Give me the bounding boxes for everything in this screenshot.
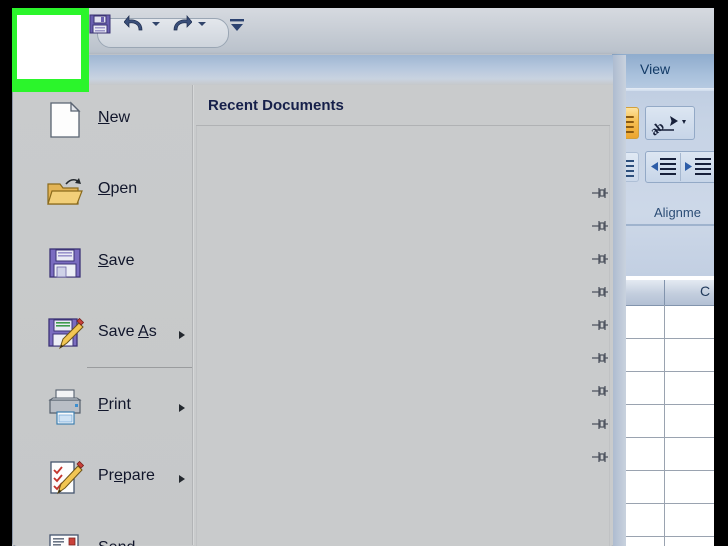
printer-icon <box>48 389 82 425</box>
recent-documents-panel: Recent Documents <box>194 85 613 546</box>
menu-item-label: Print <box>98 396 131 413</box>
floppy-disk-icon <box>49 248 81 278</box>
window-frame-right <box>714 0 728 546</box>
office-orb-highlight-underline <box>3 89 89 92</box>
submenu-arrow-icon <box>179 331 185 339</box>
send-envelope-icon <box>49 534 79 546</box>
undo-dropdown-caret[interactable] <box>152 22 160 26</box>
menu-item-print[interactable]: Print <box>26 380 192 432</box>
menu-header-gradient <box>13 55 613 85</box>
ribbon-tab-underline <box>612 88 714 91</box>
recent-documents-title: Recent Documents <box>208 97 344 114</box>
menu-item-label: Open <box>98 180 138 197</box>
pushpin-icon[interactable] <box>592 350 612 366</box>
redo-icon[interactable] <box>170 14 192 34</box>
menu-item-open[interactable]: Open <box>26 164 192 216</box>
column-divider <box>664 280 665 305</box>
pushpin-icon[interactable] <box>592 185 612 201</box>
menu-right-edge <box>613 55 626 546</box>
menu-item-new[interactable]: New <box>26 93 192 145</box>
ribbon-bottom-rule <box>612 224 714 226</box>
menu-separator <box>87 367 192 368</box>
grid-line <box>618 503 714 504</box>
pushpin-icon[interactable] <box>592 317 612 333</box>
menu-item-label: Save <box>98 252 135 269</box>
pushpin-icon[interactable] <box>592 449 612 465</box>
prepare-icon <box>50 460 84 495</box>
submenu-arrow-icon <box>179 475 185 483</box>
recent-documents-list <box>196 126 610 546</box>
pushpin-icon[interactable] <box>592 251 612 267</box>
menu-item-prepare[interactable]: Prepare <box>26 451 192 503</box>
increase-indent-icon[interactable] <box>682 153 714 181</box>
new-document-icon <box>50 101 81 138</box>
button-divider <box>680 153 681 181</box>
quick-access-toolbar-pill <box>97 18 229 48</box>
office-button-menu: New Open Save Save As Print Prepare Rece… <box>12 55 626 546</box>
open-folder-icon <box>47 178 83 205</box>
grid-line <box>618 371 714 372</box>
pushpin-icon[interactable] <box>592 416 612 432</box>
decrease-indent-icon[interactable] <box>647 153 679 181</box>
column-header-c: C <box>700 283 711 299</box>
office-orb-backplate <box>17 15 81 79</box>
grid-line <box>618 470 714 471</box>
menu-item-label: Prepare <box>98 467 155 484</box>
grid-line <box>618 338 714 339</box>
customize-quick-access-toolbar-icon[interactable] <box>228 18 246 32</box>
quick-access-toolbar <box>12 8 714 54</box>
menu-item-label: Send <box>98 539 135 546</box>
pushpin-icon[interactable] <box>592 218 612 234</box>
menu-item-save-as[interactable]: Save As <box>26 307 192 359</box>
office-orb-highlight <box>3 3 89 89</box>
window-frame-top <box>0 0 728 8</box>
grid-line <box>618 404 714 405</box>
menu-item-label: Save As <box>98 323 157 340</box>
menu-item-save[interactable]: Save <box>26 236 192 288</box>
spreadsheet-grid[interactable] <box>612 276 714 546</box>
window-frame-left <box>0 0 12 546</box>
grid-line <box>618 536 714 537</box>
redo-dropdown-caret[interactable] <box>198 22 206 26</box>
tab-view[interactable]: View <box>640 61 670 77</box>
text-orientation-icon: ab <box>647 116 686 139</box>
pushpin-icon[interactable] <box>592 383 612 399</box>
orientation-button[interactable]: ab <box>645 106 695 140</box>
menu-item-label: New <box>98 109 131 126</box>
svg-text:ab: ab <box>647 118 667 137</box>
ribbon-group-label-alignment: Alignme <box>654 205 701 220</box>
undo-icon[interactable] <box>124 14 146 34</box>
indent-button-group <box>645 151 717 183</box>
save-icon[interactable] <box>89 14 111 34</box>
pushpin-icon[interactable] <box>592 284 612 300</box>
grid-line <box>618 437 714 438</box>
menu-item-send[interactable]: Send <box>26 523 192 546</box>
save-as-icon <box>48 317 84 350</box>
grid-line <box>664 305 665 546</box>
screenshot-root: View ab Alignme C New Open Save Save As … <box>0 0 728 546</box>
submenu-arrow-icon <box>179 404 185 412</box>
